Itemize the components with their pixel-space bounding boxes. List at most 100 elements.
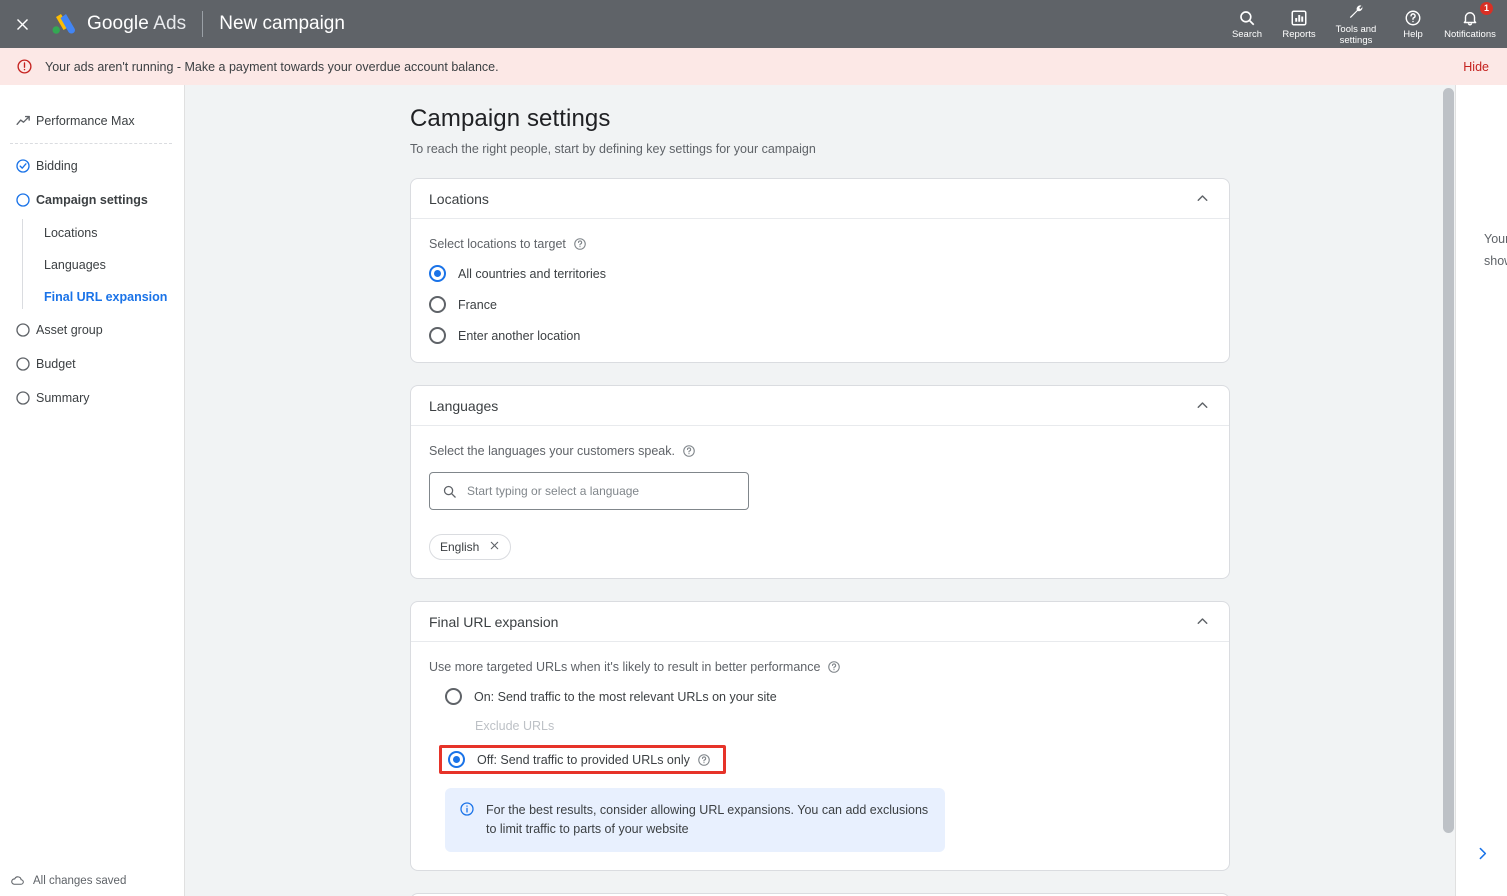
radio-icon[interactable]	[429, 265, 446, 282]
sidebar-subitem-languages[interactable]: Languages	[44, 249, 184, 281]
chevron-right-icon[interactable]	[1474, 845, 1491, 862]
language-chip-english[interactable]: English	[429, 534, 512, 560]
final-url-info-text: For the best results, consider allowing …	[486, 803, 929, 836]
alert-banner-message: Your ads aren't running - Make a payment…	[45, 59, 499, 74]
final-url-option-on-label: On: Send traffic to the most relevant UR…	[474, 689, 777, 704]
locations-field-label-text: Select locations to target	[429, 237, 566, 251]
sidebar-item-campaign-settings-label: Campaign settings	[36, 193, 148, 207]
wrench-icon	[1347, 3, 1365, 22]
location-option-another[interactable]: Enter another location	[429, 327, 1211, 344]
scrollbar-thumb[interactable]	[1443, 88, 1454, 833]
sidebar-item-summary-label: Summary	[36, 391, 90, 405]
sidebar-subitem-locations[interactable]: Locations	[44, 217, 184, 249]
close-icon[interactable]	[489, 540, 500, 554]
location-option-another-label: Enter another location	[458, 328, 581, 343]
final-url-expansion-card: Final URL expansion Use more targeted UR…	[410, 601, 1230, 871]
locations-card: Locations Select locations to target All…	[410, 178, 1230, 363]
sidebar-item-asset-group-label: Asset group	[36, 323, 103, 337]
sidebar-item-budget[interactable]: Budget	[0, 347, 184, 381]
search-tool-button[interactable]: Search	[1221, 0, 1273, 48]
radio-icon[interactable]	[448, 751, 465, 768]
radio-icon[interactable]	[429, 296, 446, 313]
final-url-info-box: For the best results, consider allowing …	[445, 788, 945, 852]
sidebar-item-summary[interactable]: Summary	[0, 381, 184, 415]
bar-chart-icon	[1290, 8, 1308, 27]
chevron-up-icon[interactable]	[1194, 190, 1211, 207]
location-option-all-countries-label: All countries and territories	[458, 266, 606, 281]
final-url-option-off[interactable]: Off: Send traffic to provided URLs only	[448, 751, 711, 768]
location-option-france[interactable]: France	[429, 296, 1211, 313]
sidebar-item-budget-label: Budget	[36, 357, 76, 371]
locations-card-title: Locations	[429, 190, 489, 207]
sidebar-subitem-final-url-expansion-label: Final URL expansion	[44, 290, 168, 304]
reports-tool-button[interactable]: Reports	[1273, 0, 1325, 48]
help-circle-icon[interactable]	[827, 660, 841, 674]
help-circle-icon	[1404, 8, 1422, 27]
help-circle-icon[interactable]	[697, 753, 711, 767]
top-app-bar: Google Ads New campaign Search Reports T…	[0, 0, 1507, 48]
sidebar-campaign-type-label: Performance Max	[36, 114, 135, 128]
final-url-expansion-field-label-text: Use more targeted URLs when it's likely …	[429, 660, 821, 674]
notifications-button[interactable]: 1 Notifications	[1439, 0, 1501, 48]
languages-card-header[interactable]: Languages	[411, 386, 1229, 426]
location-option-all-countries[interactable]: All countries and territories	[429, 265, 1211, 282]
languages-field-label: Select the languages your customers spea…	[429, 444, 1211, 458]
final-url-option-off-label: Off: Send traffic to provided URLs only	[477, 752, 690, 767]
final-url-expansion-card-header[interactable]: Final URL expansion	[411, 602, 1229, 642]
radio-icon[interactable]	[429, 327, 446, 344]
final-url-option-on[interactable]: On: Send traffic to the most relevant UR…	[445, 688, 1211, 705]
help-tool-label: Help	[1403, 29, 1423, 40]
exclude-urls-link: Exclude URLs	[475, 719, 555, 733]
sidebar-divider	[10, 143, 172, 144]
chevron-up-icon[interactable]	[1194, 613, 1211, 630]
sidebar-subitems: Locations Languages Final URL expansion	[22, 217, 184, 313]
help-tool-button[interactable]: Help	[1387, 0, 1439, 48]
tools-and-settings-button[interactable]: Tools and settings	[1325, 0, 1387, 48]
sidebar-subitem-languages-label: Languages	[44, 258, 106, 272]
chevron-up-icon[interactable]	[1194, 397, 1211, 414]
radio-icon[interactable]	[445, 688, 462, 705]
main-scrollbar[interactable]	[1442, 85, 1455, 896]
ads-logo-mark	[48, 13, 78, 35]
main-content: Campaign settings To reach the right peo…	[185, 85, 1442, 896]
sidebar-subitem-locations-label: Locations	[44, 226, 98, 240]
page-name: New campaign	[219, 13, 345, 34]
circle-icon	[10, 356, 36, 372]
brand-name: Google Ads	[87, 13, 187, 34]
alert-banner: Your ads aren't running - Make a payment…	[0, 48, 1507, 85]
final-url-option-off-highlight[interactable]: Off: Send traffic to provided URLs only	[439, 745, 726, 774]
trending-up-icon	[10, 113, 36, 130]
alert-banner-hide-link[interactable]: Hide	[1463, 60, 1489, 74]
google-ads-logo[interactable]: Google Ads	[48, 13, 186, 35]
close-button[interactable]	[0, 0, 44, 48]
help-circle-icon[interactable]	[573, 237, 587, 251]
final-url-expansion-field-label: Use more targeted URLs when it's likely …	[429, 660, 1211, 674]
sidebar-item-bidding[interactable]: Bidding	[0, 149, 184, 183]
search-icon	[1238, 8, 1256, 27]
info-circle-icon	[459, 801, 475, 839]
language-search-box[interactable]	[429, 472, 749, 510]
languages-card-title: Languages	[429, 397, 499, 414]
sidebar-subitem-final-url-expansion[interactable]: Final URL expansion	[44, 281, 184, 313]
save-status-label: All changes saved	[33, 874, 127, 887]
circle-icon	[10, 192, 36, 208]
language-search-input[interactable]	[467, 484, 736, 498]
final-url-expansion-card-body: Use more targeted URLs when it's likely …	[411, 642, 1229, 870]
sidebar-item-asset-group[interactable]: Asset group	[0, 313, 184, 347]
language-chip-label: English	[440, 540, 480, 554]
sidebar-campaign-type: Performance Max	[0, 104, 184, 138]
right-panel-line2: show	[1484, 254, 1507, 268]
circle-icon	[10, 322, 36, 338]
header-divider	[202, 11, 204, 37]
error-circle-icon	[16, 58, 33, 75]
page-title: Campaign settings	[410, 105, 611, 132]
right-panel-text: Your show	[1484, 228, 1507, 272]
reports-tool-label: Reports	[1282, 29, 1316, 40]
circle-icon	[10, 390, 36, 406]
search-icon	[442, 484, 457, 499]
help-circle-icon[interactable]	[682, 444, 696, 458]
sidebar-item-campaign-settings[interactable]: Campaign settings	[0, 183, 184, 217]
notifications-badge: 1	[1480, 2, 1493, 15]
right-panel-line1: Your	[1484, 232, 1507, 246]
locations-card-header[interactable]: Locations	[411, 179, 1229, 219]
